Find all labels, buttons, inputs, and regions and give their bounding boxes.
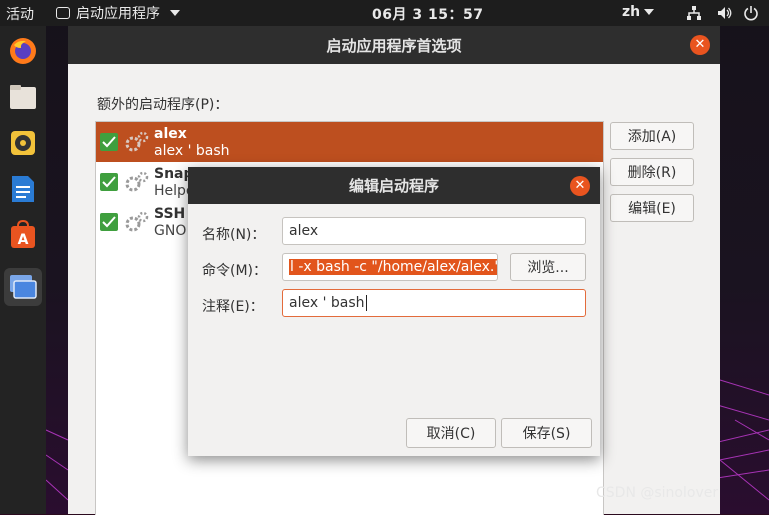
comment-label: 注释(E)： [202,299,264,315]
app-menu-label: 启动应用程序 [76,6,160,22]
add-button[interactable]: 添加(A) [610,122,694,150]
files-icon[interactable] [4,78,42,116]
chevron-down-icon [170,10,180,16]
comment-value: alex ' bash [289,295,365,311]
command-value: l -x bash -c "/home/alex/alex." [289,259,497,275]
save-button[interactable]: 保存(S) [501,418,592,448]
dialog-title: 编辑启动程序 [348,177,439,195]
clock[interactable]: 06月 3 15：57 [372,4,483,24]
window-title: 启动应用程序首选项 [326,36,462,55]
command-label: 命令(M)： [202,263,268,279]
window-titlebar[interactable]: 启动应用程序首选项 ✕ [68,26,720,64]
name-label: 名称(N)： [202,227,266,243]
watermark: CSDN @sinolover [596,485,719,501]
name-value: alex [289,223,319,239]
program-name: alex [154,126,187,142]
gear-icon [124,170,150,198]
enable-checkbox[interactable] [100,173,118,191]
svg-text:A: A [18,232,29,248]
volume-icon[interactable] [717,5,733,25]
dialog-titlebar[interactable]: 编辑启动程序 ✕ [188,167,600,204]
writer-icon[interactable] [4,170,42,208]
firefox-icon[interactable] [4,32,42,70]
rhythmbox-icon[interactable] [4,124,42,162]
close-icon[interactable]: ✕ [690,35,710,55]
top-bar: 活动 启动应用程序 06月 3 15：57 zh [0,0,769,26]
name-field[interactable]: alex [282,217,586,245]
program-description: alex ' bash [154,143,230,159]
edit-button[interactable]: 编辑(E) [610,194,694,222]
gear-icon [124,130,150,158]
command-field[interactable]: l -x bash -c "/home/alex/alex." [282,253,498,281]
edit-startup-dialog: 编辑启动程序 ✕ 名称(N)： alex 命令(M)： l -x bash -c… [188,167,600,456]
program-description: GNO [154,223,187,239]
list-item[interactable]: alex alex ' bash [96,122,603,162]
close-icon[interactable]: ✕ [570,176,590,196]
enable-checkbox[interactable] [100,133,118,151]
chevron-down-icon [644,9,655,15]
enable-checkbox[interactable] [100,213,118,231]
text-cursor [365,295,367,311]
extra-programs-label: 额外的启动程序(P)： [97,97,229,113]
dock: A [0,26,46,514]
gear-icon [124,210,150,238]
network-icon[interactable] [686,5,702,25]
software-center-icon[interactable]: A [4,216,42,254]
browse-button[interactable]: 浏览... [510,253,586,281]
language-indicator[interactable]: zh [622,4,655,20]
power-icon[interactable] [743,5,759,25]
cancel-button[interactable]: 取消(C) [406,418,496,448]
comment-field[interactable]: alex ' bash [282,289,586,317]
window-icon [56,7,70,19]
startup-apps-icon[interactable] [4,268,42,306]
activities-button[interactable]: 活动 [6,4,34,24]
remove-button[interactable]: 删除(R) [610,158,694,186]
app-menu[interactable]: 启动应用程序 [56,3,180,23]
language-label: zh [622,4,641,20]
program-name: SSH [154,206,186,222]
